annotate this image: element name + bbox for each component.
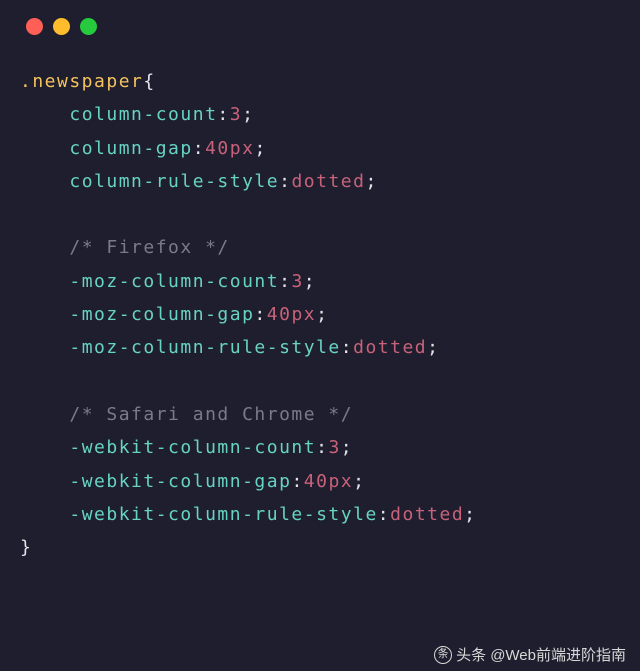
css-property: column-rule-style	[69, 171, 279, 192]
minimize-icon[interactable]	[53, 18, 70, 35]
source-icon: 条	[434, 646, 452, 664]
blank-line	[20, 198, 620, 231]
css-property: -moz-column-count	[69, 271, 279, 292]
watermark-handle: @Web前端进阶指南	[490, 644, 626, 665]
css-unit: px	[328, 471, 353, 492]
css-value: 3	[230, 104, 242, 125]
css-value: dotted	[390, 504, 464, 525]
css-property: -webkit-column-gap	[69, 471, 291, 492]
css-comment: /* Safari and Chrome */	[69, 404, 353, 425]
brace-close: }	[20, 537, 32, 558]
css-value: dotted	[291, 171, 365, 192]
watermark-label: 头条	[456, 644, 486, 665]
css-property: -webkit-column-rule-style	[69, 504, 377, 525]
css-selector: .newspaper	[20, 71, 143, 92]
code-window: .newspaper{ column-count:3; column-gap:4…	[0, 0, 640, 671]
watermark: 条 头条 @Web前端进阶指南	[434, 644, 626, 665]
blank-line	[20, 365, 620, 398]
brace-open: {	[143, 71, 155, 92]
code-block: .newspaper{ column-count:3; column-gap:4…	[20, 65, 620, 564]
window-controls	[26, 18, 620, 35]
css-comment: /* Firefox */	[69, 237, 229, 258]
css-property: -moz-column-gap	[69, 304, 254, 325]
css-value: 40	[205, 138, 230, 159]
css-property: column-gap	[69, 138, 192, 159]
css-value: dotted	[353, 337, 427, 358]
css-unit: px	[291, 304, 316, 325]
close-icon[interactable]	[26, 18, 43, 35]
css-value: 3	[291, 271, 303, 292]
css-value: 40	[304, 471, 329, 492]
css-unit: px	[230, 138, 255, 159]
css-property: -moz-column-rule-style	[69, 337, 340, 358]
maximize-icon[interactable]	[80, 18, 97, 35]
css-property: column-count	[69, 104, 217, 125]
css-property: -webkit-column-count	[69, 437, 316, 458]
css-value: 40	[267, 304, 292, 325]
css-value: 3	[328, 437, 340, 458]
